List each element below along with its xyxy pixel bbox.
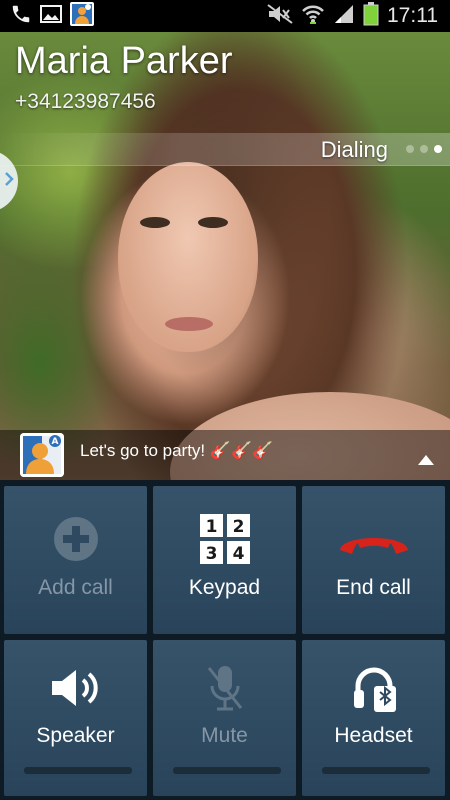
expand-up-icon[interactable] (418, 452, 434, 470)
progress-dot-active (434, 145, 442, 153)
progress-dot (420, 145, 428, 153)
keypad-label: Keypad (188, 576, 261, 599)
keypad-digit: 2 (232, 517, 244, 537)
end-call-label: End call (336, 576, 411, 599)
add-circle-icon (53, 516, 99, 567)
mute-icon (267, 3, 293, 29)
progress-dot (406, 145, 414, 153)
end-call-button[interactable]: End call (302, 486, 445, 634)
caller-name: Maria Parker (15, 40, 233, 82)
add-call-button[interactable]: Add call (4, 486, 147, 634)
gallery-icon (40, 4, 62, 29)
keypad-button[interactable]: 1 2 3 4 Keypad (153, 486, 296, 634)
clock: 17:11 (387, 4, 438, 27)
headset-label: Headset (334, 724, 413, 747)
photo-eye-left (140, 217, 170, 228)
speaker-button[interactable]: Speaker (4, 640, 147, 796)
call-status-strip: Dialing (0, 133, 450, 166)
bluetooth-headset-icon (350, 664, 398, 717)
call-state-label: Dialing (320, 137, 388, 162)
wifi-icon (301, 3, 325, 30)
mute-indicator-bar (173, 767, 281, 774)
battery-icon (363, 1, 379, 31)
keypad-digit: 1 (205, 517, 217, 537)
dialing-progress-dots (406, 145, 442, 153)
phone-call-icon (10, 3, 32, 30)
mic-off-icon (205, 664, 245, 717)
headset-indicator-bar (322, 767, 430, 774)
headset-button[interactable]: Headset (302, 640, 445, 796)
speaker-icon (50, 668, 102, 713)
status-bar: 17:11 (0, 0, 450, 32)
status-message-text: Let's go to party! 🎸🎸🎸 (80, 441, 274, 460)
contact-app-logo-icon: A (20, 433, 64, 477)
speaker-indicator-bar (24, 767, 132, 774)
status-message-bar[interactable]: A Let's go to party! 🎸🎸🎸 (0, 430, 450, 480)
end-call-icon (336, 526, 412, 561)
photo-lips (165, 317, 213, 331)
app-notification-icon (70, 1, 94, 31)
speaker-label: Speaker (36, 724, 115, 747)
keypad-icon: 1 2 3 4 (199, 514, 250, 569)
signal-icon (333, 3, 355, 30)
svg-text:A: A (52, 437, 59, 447)
add-call-label: Add call (38, 576, 113, 599)
call-controls: Add call 1 2 3 4 Keypad End call Speaker (0, 480, 450, 800)
keypad-digit: 4 (232, 544, 244, 564)
caller-number: +34123987456 (15, 90, 156, 113)
mute-label: Mute (201, 724, 248, 747)
chevron-right-icon (4, 171, 14, 192)
mute-button[interactable]: Mute (153, 640, 296, 796)
keypad-digit: 3 (205, 544, 217, 564)
photo-eye-right (198, 217, 228, 228)
